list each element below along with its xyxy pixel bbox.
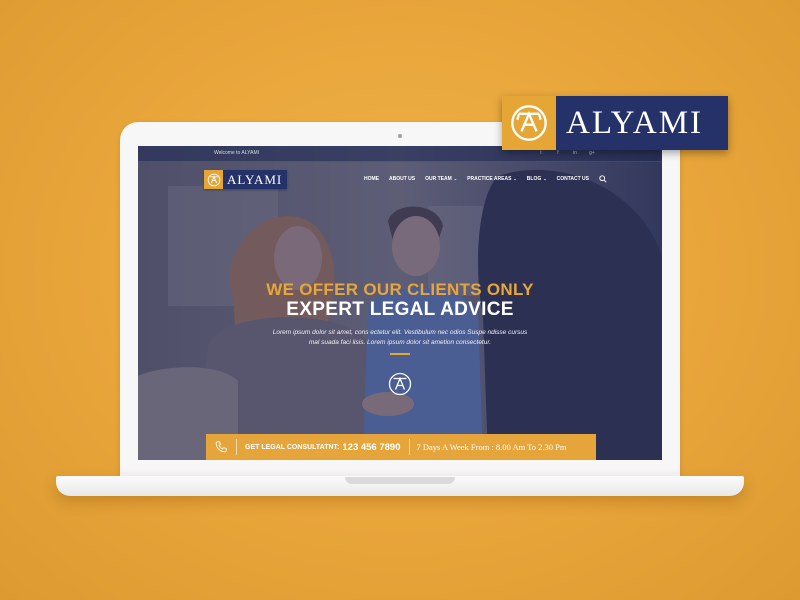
hero-description: Lorem ipsum dolor sit amet, cons ectetur… bbox=[272, 329, 528, 346]
phone-icon bbox=[215, 441, 227, 453]
chevron-down-icon: ⌄ bbox=[543, 176, 547, 181]
brand-logo-badge: ALYAMI bbox=[502, 96, 728, 150]
laptop-notch bbox=[345, 477, 455, 484]
hero-subheading: WE OFFER OUR CLIENTS ONLY bbox=[266, 280, 534, 299]
main-nav: HOME ABOUT US OUR TEAM ⌄ PRACTICE AREAS ⌄ … bbox=[364, 175, 607, 183]
nav-item-contact-us[interactable]: CONTACT US bbox=[557, 176, 589, 182]
hero-divider bbox=[390, 353, 410, 355]
nav-item-about-us[interactable]: ABOUT US bbox=[389, 176, 415, 182]
logo-emblem-icon bbox=[204, 170, 223, 189]
cta-phone-number[interactable]: 123 456 7890 bbox=[342, 442, 400, 453]
hero-heading: EXPERT LEGAL ADVICE bbox=[286, 299, 514, 320]
logo-wordmark: ALYAMI bbox=[223, 170, 288, 189]
cta-label: GET LEGAL CONSULTATNT: bbox=[245, 443, 340, 451]
welcome-text: Welcome to ALYAMI bbox=[214, 150, 260, 156]
logo-emblem-icon bbox=[502, 96, 556, 150]
nav-item-practice-areas[interactable]: PRACTICE AREAS ⌄ bbox=[467, 176, 517, 182]
camera-icon bbox=[398, 134, 402, 138]
cta-separator bbox=[236, 439, 237, 455]
website-screen: Welcome to ALYAMI t f in g+ ALYAMI HOME … bbox=[138, 146, 662, 460]
scales-emblem-icon bbox=[388, 372, 412, 396]
nav-item-home[interactable]: HOME bbox=[364, 176, 379, 182]
brand-wordmark: ALYAMI bbox=[556, 96, 728, 150]
site-logo[interactable]: ALYAMI bbox=[204, 170, 288, 189]
search-icon[interactable] bbox=[599, 175, 607, 183]
chevron-down-icon: ⌄ bbox=[453, 176, 458, 181]
chevron-down-icon: ⌄ bbox=[513, 176, 517, 181]
cta-separator bbox=[408, 439, 410, 455]
nav-item-blog[interactable]: BLOG ⌄ bbox=[527, 176, 547, 182]
nav-item-our-team[interactable]: OUR TEAM ⌄ bbox=[425, 176, 457, 182]
consultation-bar: GET LEGAL CONSULTATNT: 123 456 7890 7 Da… bbox=[206, 434, 596, 460]
office-hours: 7 Days A Week From : 8.00 Am To 2.30 Pm bbox=[416, 442, 567, 452]
